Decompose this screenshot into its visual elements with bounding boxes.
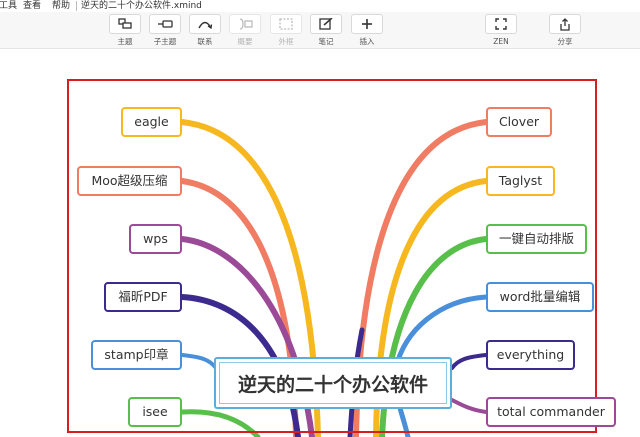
topic-everything[interactable]: everything: [486, 340, 575, 370]
topic-taglyst[interactable]: Taglyst: [486, 166, 555, 196]
topic-clover[interactable]: Clover: [486, 107, 552, 137]
topic-word-batch[interactable]: word批量编辑: [486, 282, 594, 312]
central-topic[interactable]: 逆天的二十个办公软件: [214, 357, 452, 409]
topic-moo[interactable]: Moo超级压缩: [77, 166, 182, 196]
topic-eagle[interactable]: eagle: [121, 107, 182, 137]
topic-isee[interactable]: isee: [128, 397, 182, 427]
topic-foxit-pdf[interactable]: 福昕PDF: [104, 282, 182, 312]
topic-autoformat[interactable]: 一键自动排版: [486, 224, 587, 254]
topic-wps[interactable]: wps: [129, 224, 182, 254]
topic-stamp[interactable]: stamp印章: [91, 340, 182, 370]
central-topic-label: 逆天的二十个办公软件: [219, 362, 447, 404]
topic-total-commander[interactable]: total commander: [486, 397, 616, 427]
